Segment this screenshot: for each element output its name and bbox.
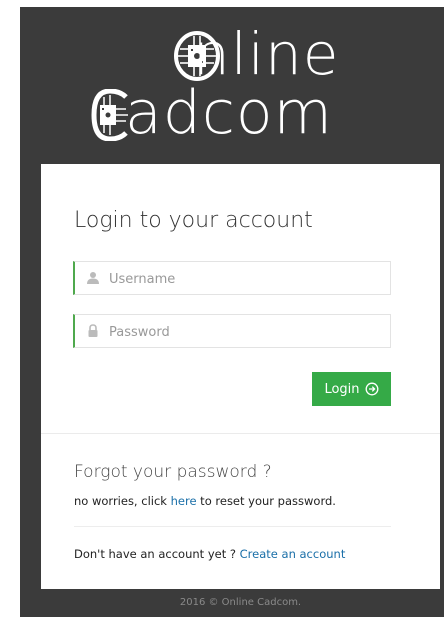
forgot-password-text: no worries, click here to reset your pas… <box>74 494 336 508</box>
login-button[interactable]: Login <box>312 372 391 406</box>
signup-prompt: Don't have an account yet ? <box>74 547 240 561</box>
page-frame: nline adcom Login to your account Userna… <box>20 7 444 617</box>
copyright-footer: 2016 © Online Cadcom. <box>179 597 302 608</box>
login-card: Login to your account Login Forgot your <box>41 164 440 589</box>
divider <box>41 433 440 434</box>
username-field[interactable] <box>73 261 391 296</box>
logo-word-cadcom: adcom <box>125 78 333 148</box>
forgot-text-after: to reset your password. <box>196 494 336 508</box>
logo-word-online: nline <box>193 20 340 88</box>
login-title: Login to your account <box>74 208 313 233</box>
online-cadcom-logo: nline adcom <box>90 19 400 159</box>
forgot-text-before: no worries, click <box>74 494 171 508</box>
forgot-password-title: Forgot your password ? <box>74 462 272 482</box>
lock-icon <box>88 324 98 337</box>
divider <box>74 526 391 527</box>
password-field[interactable] <box>73 314 391 349</box>
user-icon <box>87 272 99 284</box>
password-input[interactable] <box>107 315 381 349</box>
username-input[interactable] <box>107 262 381 296</box>
circuit-c-icon <box>91 89 128 141</box>
signup-text: Don't have an account yet ? Create an ac… <box>74 547 345 561</box>
login-button-label: Login <box>324 381 360 397</box>
reset-password-link[interactable]: here <box>171 494 197 508</box>
create-account-link[interactable]: Create an account <box>240 547 346 561</box>
arrow-circle-right-icon <box>365 382 378 396</box>
